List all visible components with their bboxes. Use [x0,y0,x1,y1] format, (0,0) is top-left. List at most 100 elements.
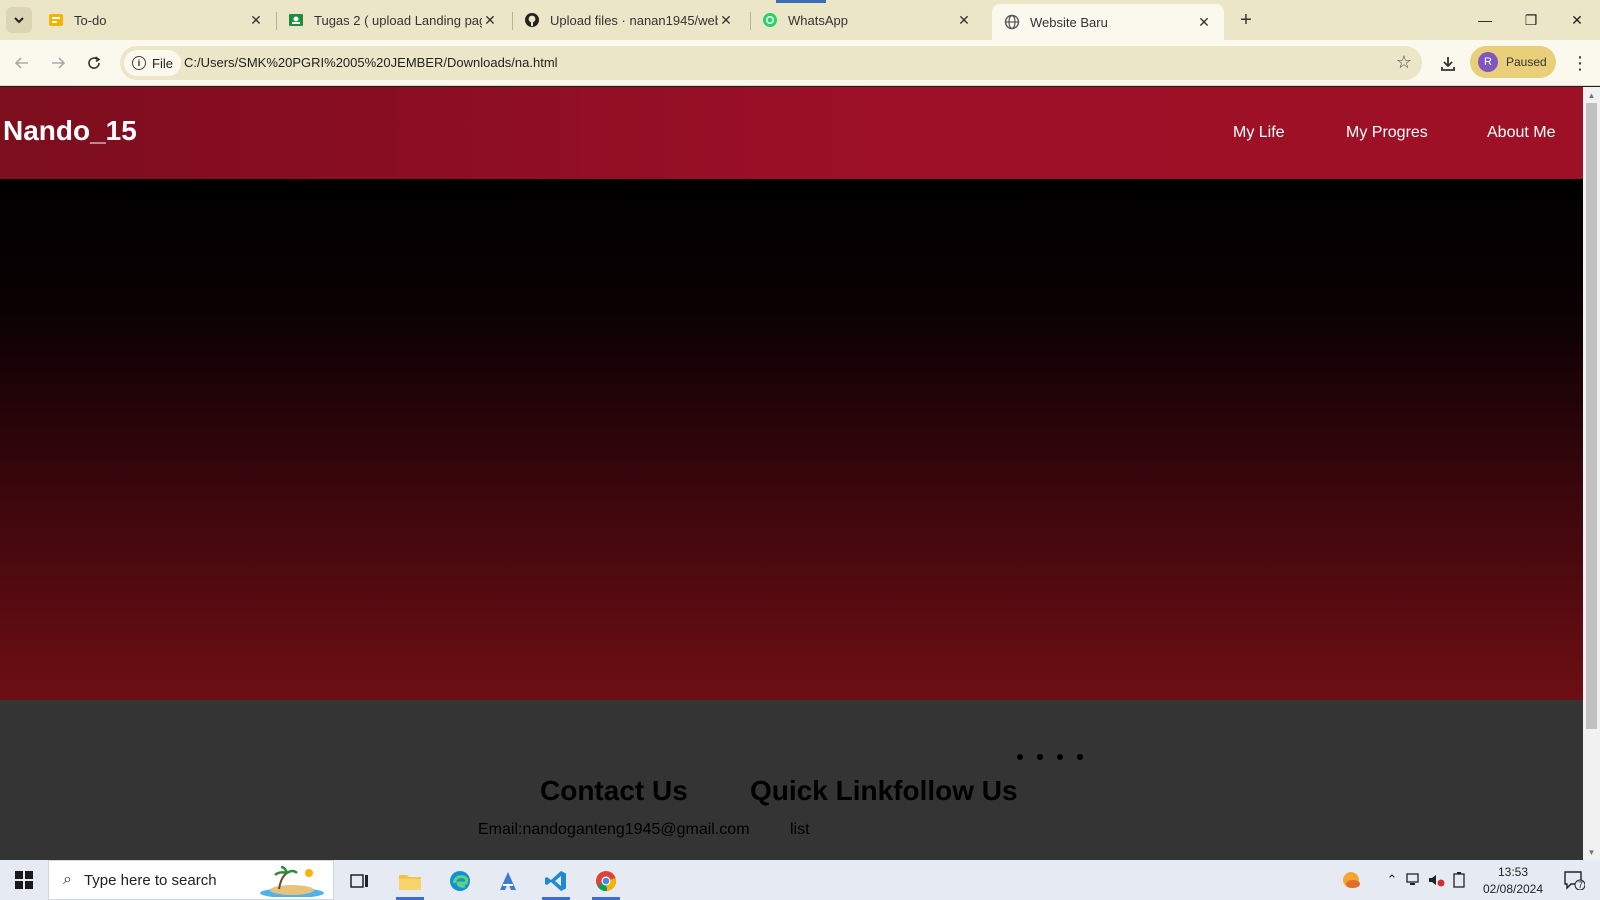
vscode-taskbar-button[interactable] [536,864,576,900]
page-viewport: Nando_15 My Life My Progres About Me Con… [0,87,1583,860]
tab-title: WhatsApp [788,12,848,28]
keep-icon [48,12,64,28]
avatar: R [1478,52,1498,72]
site-brand[interactable]: Nando_15 [3,115,137,147]
battery-icon[interactable] [1448,860,1470,900]
chevron-down-icon [14,17,24,24]
app-taskbar-button[interactable] [488,864,528,898]
browser-toolbar: i File C:/Users/SMK%20PGRI%2005%20JEMBER… [0,40,1600,86]
kebab-menu-icon: ⋮ [1571,52,1589,73]
clock-date: 02/08/2024 [1482,882,1544,896]
downloads-button[interactable] [1434,50,1462,78]
reload-icon [88,56,101,69]
taskbar-search-placeholder: Type here to search [83,871,217,889]
close-window-button[interactable]: ✕ [1554,0,1600,40]
bullet [1017,754,1023,760]
windows-taskbar: ⌕ Type here to search ⌃ 13:53 02/08/2024… [0,860,1600,900]
tab-title: Tugas 2 ( upload Landing page [314,12,482,28]
page-scrollbar[interactable]: ▲ ▼ [1583,87,1600,860]
info-icon: i [132,56,146,70]
restore-button[interactable]: ❐ [1508,0,1554,40]
tab-title: Upload files · nanan1945/websi [550,12,718,28]
task-view-button[interactable] [340,864,380,898]
profile-button[interactable]: R Paused [1470,46,1556,78]
scroll-down-arrow-icon[interactable]: ▼ [1583,844,1600,860]
site-header: Nando_15 My Life My Progres About Me [0,87,1583,179]
bullet [1057,754,1063,760]
site-footer: Contact Us Quick Linkfollow Us Email:nan… [0,700,1583,860]
tab-group-indicator [776,0,826,3]
taskbar-clock[interactable]: 13:53 02/08/2024 [1478,864,1548,898]
github-icon [524,12,540,28]
nav-link-my-life[interactable]: My Life [1233,124,1285,142]
folder-icon [399,875,421,890]
close-icon: ✕ [1571,11,1583,28]
url-text[interactable]: C:/Users/SMK%20PGRI%2005%20JEMBER/Downlo… [184,55,558,70]
search-icon: ⌕ [63,871,72,888]
windows-logo-icon [15,871,33,889]
vscode-icon [545,871,566,891]
nav-link-my-progres[interactable]: My Progres [1346,124,1428,142]
tab-search-button[interactable] [6,7,32,33]
azure-data-studio-icon [500,872,516,890]
bullet [1037,754,1043,760]
quick-links-heading: Quick Linkfollow Us [750,775,1018,806]
tab-tugas[interactable]: Tugas 2 ( upload Landing page ✕ [276,4,510,36]
plus-icon: + [1240,8,1252,31]
show-hidden-icons-button[interactable]: ⌃ [1382,860,1402,900]
tab-title: To-do [74,12,107,28]
address-bar[interactable]: i File C:/Users/SMK%20PGRI%2005%20JEMBER… [120,46,1422,80]
arrow-right-icon [52,57,66,69]
restore-icon: ❐ [1524,11,1538,28]
whatsapp-icon [762,12,778,28]
minimize-button[interactable]: — [1462,0,1508,40]
globe-icon [1004,14,1020,30]
close-icon[interactable]: ✕ [482,12,498,28]
contact-email: Email:nandoganteng1945@gmail.com [478,821,750,838]
volume-muted-icon[interactable] [1426,860,1446,900]
tab-todo[interactable]: To-do ✕ [36,4,276,36]
scroll-up-arrow-icon[interactable]: ▲ [1583,87,1600,103]
tab-title: Website Baru [1030,14,1108,30]
list-bullets [1017,754,1083,760]
edge-taskbar-button[interactable] [440,864,480,898]
close-icon[interactable]: ✕ [956,12,972,28]
task-view-icon [350,874,368,888]
close-icon[interactable]: ✕ [1196,14,1212,30]
notification-count: 7 [1578,880,1584,890]
edge-icon [450,871,470,891]
profile-status: Paused [1506,55,1547,69]
forward-button[interactable] [44,49,72,77]
back-button[interactable] [8,49,36,77]
site-info-chip[interactable]: i File [124,50,181,76]
clock-time: 13:53 [1497,865,1529,879]
nav-link-about-me[interactable]: About Me [1487,124,1555,142]
minimize-icon: — [1478,12,1492,28]
tab-github[interactable]: Upload files · nanan1945/websi ✕ [512,4,746,36]
notification-center-button[interactable]: 7 [1556,860,1592,900]
arrow-left-icon [14,57,28,69]
weather-sun-cloud-icon [1343,872,1360,888]
classroom-icon [288,12,304,28]
search-highlight-island-icon [260,865,324,897]
weather-widget[interactable] [1336,860,1366,900]
new-tab-button[interactable]: + [1234,8,1258,32]
hero-section [0,179,1583,700]
download-icon [1441,57,1455,71]
close-icon[interactable]: ✕ [248,12,264,28]
start-button[interactable] [0,860,48,900]
tab-whatsapp[interactable]: WhatsApp ✕ [750,4,984,36]
file-explorer-taskbar-button[interactable] [390,864,430,900]
network-icon[interactable] [1404,860,1424,900]
reload-button[interactable] [80,49,108,77]
scroll-thumb[interactable] [1586,103,1597,729]
chrome-taskbar-button[interactable] [586,864,626,900]
taskbar-search-box[interactable]: ⌕ Type here to search [48,860,334,900]
browser-tab-strip: To-do ✕ Tugas 2 ( upload Landing page ✕ … [0,0,1600,40]
menu-button[interactable]: ⋮ [1570,52,1590,74]
bookmark-star-icon[interactable]: ☆ [1396,52,1412,73]
contact-heading: Contact Us [540,775,688,806]
tab-website-baru[interactable]: Website Baru ✕ [992,4,1224,40]
bullet [1077,754,1083,760]
close-icon[interactable]: ✕ [718,12,734,28]
